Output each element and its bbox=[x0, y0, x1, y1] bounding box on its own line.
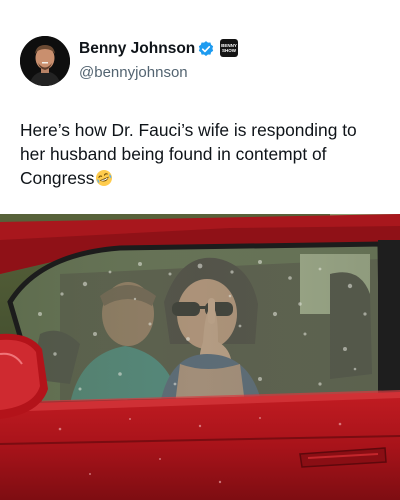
post-text: Here’s how Dr. Fauci’s wife is respondin… bbox=[20, 118, 385, 190]
post-header: Benny Johnson BENNY SHOW @bennyjohnson bbox=[20, 36, 380, 88]
car-window-photo bbox=[0, 214, 400, 500]
author-avatar[interactable] bbox=[20, 36, 70, 86]
author-handle[interactable]: @bennyjohnson bbox=[79, 64, 188, 81]
rolling-on-the-floor-laughing-emoji-icon bbox=[96, 170, 113, 186]
affiliate-badge-logo[interactable]: BENNY SHOW bbox=[220, 39, 238, 57]
verified-checkmark-icon bbox=[198, 41, 214, 56]
avatar-image bbox=[20, 36, 70, 86]
author-name[interactable]: Benny Johnson bbox=[79, 40, 195, 58]
post-photo[interactable] bbox=[0, 214, 400, 500]
post-text-body: Here’s how Dr. Fauci’s wife is respondin… bbox=[20, 120, 357, 188]
